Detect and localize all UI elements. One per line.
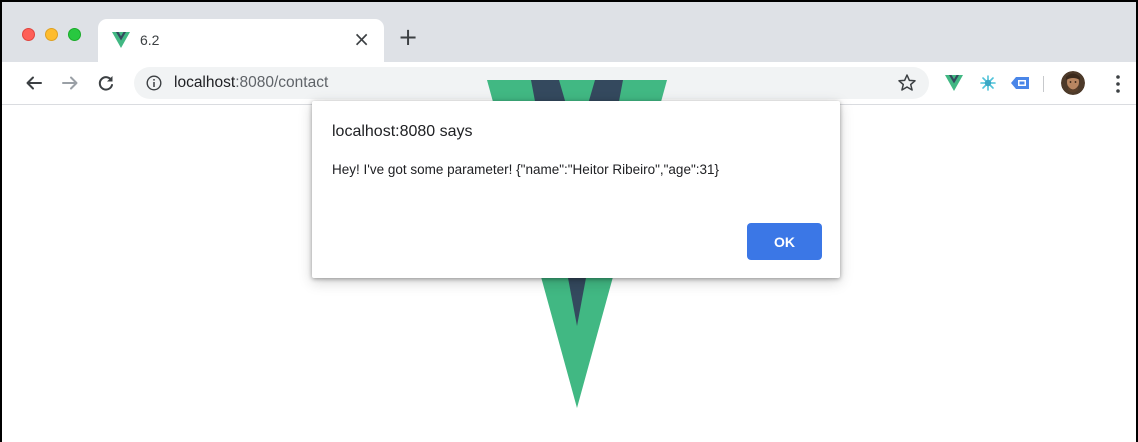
info-icon[interactable] [146,75,162,91]
alert-dialog: localhost:8080 says Hey! I've got some p… [312,101,840,278]
close-window-button[interactable] [22,28,35,41]
star-icon[interactable] [897,73,917,93]
back-button[interactable] [20,69,48,97]
forward-button[interactable] [56,69,84,97]
browser-window: 6.2 × + localhost:8080/contact localhost… [0,0,1138,442]
tab-active[interactable]: 6.2 × [98,19,384,62]
reload-icon [98,76,113,91]
kebab-menu-icon[interactable] [1108,73,1128,95]
arrow-left-icon [26,76,42,90]
tab-close-icon[interactable]: × [353,28,370,50]
dialog-message: Hey! I've got some parameter! {"name":"H… [332,162,720,177]
url-path: :8080/contact [235,74,329,91]
vue-logo-icon [112,32,130,48]
url-host: localhost [174,74,236,91]
reload-button[interactable] [92,69,120,97]
dialog-title: localhost:8080 says [332,123,473,140]
tab-strip: 6.2 × + [2,2,1136,62]
ok-button[interactable]: OK [747,223,822,260]
keyboard-extension[interactable] [1009,72,1031,94]
keyboard-ext-icon [1011,77,1029,89]
vue-devtools-extension[interactable] [943,72,965,94]
gear-extension[interactable] [977,72,999,94]
url-text[interactable]: localhost:8080/contact [174,74,328,92]
new-tab-button[interactable]: + [398,24,418,50]
avatar-icon[interactable] [1061,71,1085,95]
tab-title: 6.2 [140,32,160,48]
toolbar-divider [1043,76,1044,92]
gear-ext-icon [980,75,996,91]
maximize-window-button[interactable] [68,28,81,41]
minimize-window-button[interactable] [45,28,58,41]
vue-devtools-icon [945,75,963,91]
arrow-right-icon [62,76,78,90]
avatar-image [1061,71,1085,95]
